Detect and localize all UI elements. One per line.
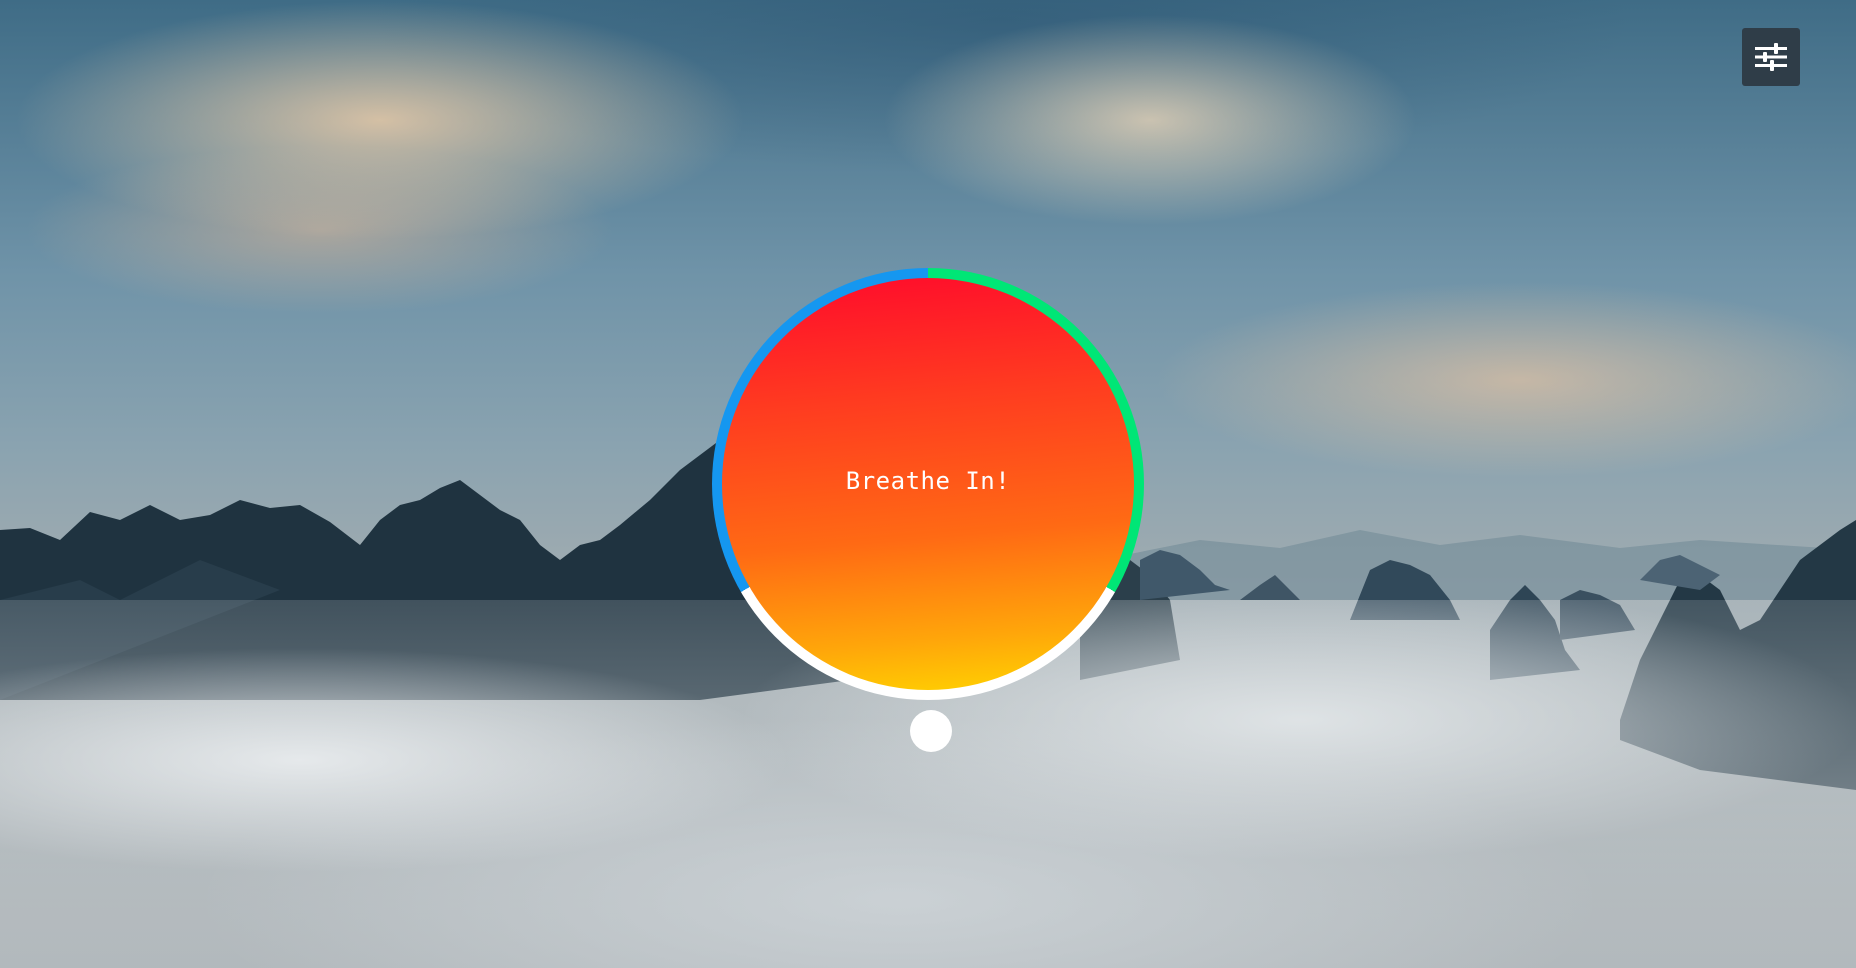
breathing-circle[interactable]: Breathe In! <box>712 268 1144 700</box>
breath-prompt: Breathe In! <box>845 467 1011 495</box>
app-stage: Breathe In! <box>0 0 1856 968</box>
sliders-icon <box>1755 43 1787 71</box>
progress-pointer <box>910 710 952 752</box>
settings-button[interactable] <box>1742 28 1800 86</box>
breath-core: Breathe In! <box>722 278 1134 690</box>
